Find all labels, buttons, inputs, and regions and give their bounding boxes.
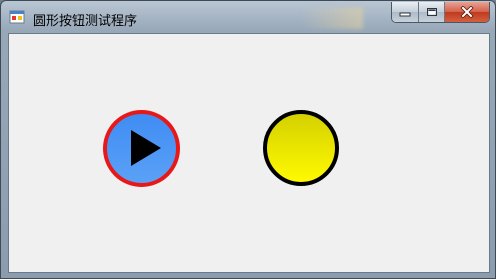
yellow-round-button[interactable] [263,110,339,186]
play-icon [131,130,161,166]
minimize-icon [399,12,411,17]
close-button[interactable] [445,2,489,22]
minimize-button[interactable] [392,2,419,22]
form-client-area [8,33,490,273]
app-window: 圆形按钮测试程序 [0,0,496,279]
window-title: 圆形按钮测试程序 [33,14,138,29]
maximize-button[interactable] [419,2,445,22]
play-round-button[interactable] [103,110,180,187]
close-icon [460,6,474,18]
caption-buttons [391,2,490,23]
app-window-icon[interactable] [9,9,25,25]
maximize-icon [426,8,437,16]
title-bar-glass [301,7,363,29]
title-bar[interactable]: 圆形按钮测试程序 [1,1,495,33]
